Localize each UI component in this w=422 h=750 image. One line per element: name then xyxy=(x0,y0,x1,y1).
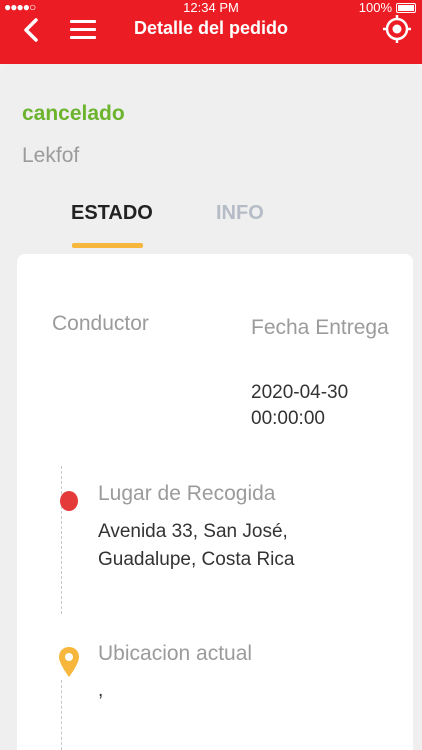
location-pin-icon xyxy=(58,646,80,678)
current-location-label: Ubicacion actual xyxy=(98,642,253,665)
timeline-connector xyxy=(61,680,62,750)
pickup-dot-icon xyxy=(60,491,78,511)
battery-indicator: 100% xyxy=(359,0,416,15)
battery-icon xyxy=(396,2,416,13)
timeline-connector xyxy=(61,466,62,614)
delivery-date-value: 2020-04-30 00:00:00 xyxy=(251,382,349,429)
order-status: cancelado xyxy=(22,102,125,125)
locate-target-icon[interactable] xyxy=(382,14,412,44)
status-bar: ●●●●○ 12:34 PM 100% xyxy=(0,0,422,15)
header-bar: ●●●●○ 12:34 PM 100% Detalle del pedido xyxy=(0,0,422,64)
current-location-value: , xyxy=(98,680,104,701)
order-name: Lekfof xyxy=(22,144,80,167)
active-tab-indicator xyxy=(72,243,143,248)
battery-percent: 100% xyxy=(358,0,392,15)
pickup-address: Avenida 33, San José, Guadalupe, Costa R… xyxy=(98,521,295,570)
page-title: Detalle del pedido xyxy=(133,18,289,38)
driver-label: Conductor xyxy=(52,312,149,335)
delivery-date-label: Fecha Entrega xyxy=(251,316,389,339)
pickup-label: Lugar de Recogida xyxy=(98,482,276,505)
tab-info[interactable]: INFO xyxy=(216,202,264,225)
tab-estado[interactable]: ESTADO xyxy=(71,202,153,225)
